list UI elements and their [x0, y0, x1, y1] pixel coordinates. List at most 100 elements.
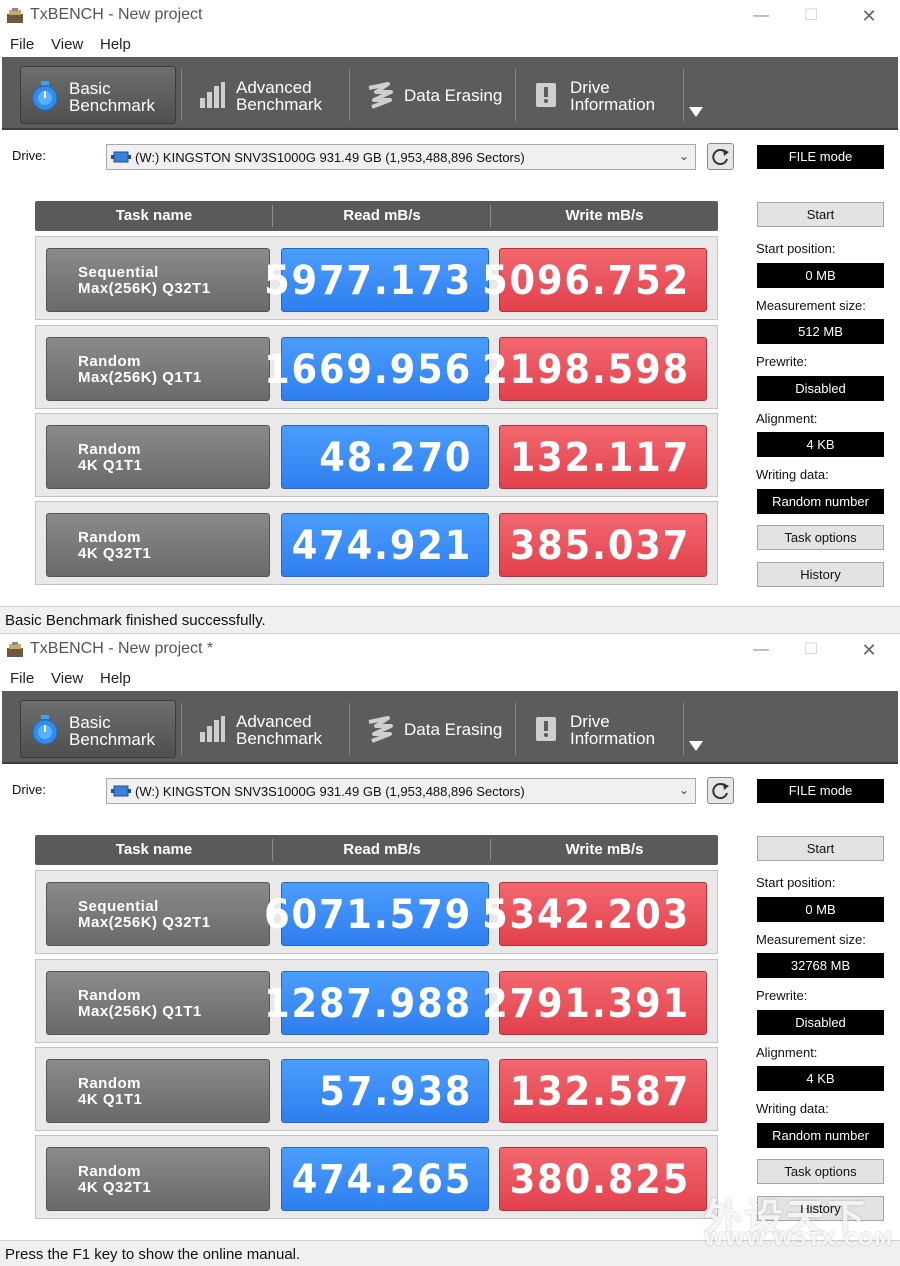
toolbar-more-arrow-icon[interactable]	[689, 741, 703, 751]
task-button[interactable]: Sequential Max(256K) Q32T1	[46, 248, 270, 312]
toolbar: Basic Benchmark Advanced Benchmark Data Er…	[2, 57, 898, 130]
task-button[interactable]: Random Max(256K) Q1T1	[46, 337, 270, 401]
start-position-value[interactable]: 0 MB	[757, 897, 884, 922]
write-speed-value: 2791.391	[482, 981, 690, 1027]
read-speed-value: 474.265	[291, 1157, 472, 1203]
prewrite-label: Prewrite:	[756, 988, 808, 1003]
menu-view[interactable]: View	[51, 670, 83, 687]
app-icon	[6, 642, 24, 658]
app-window: TxBENCH - New project — ☐ ✕ File View Help Basi…	[0, 0, 900, 633]
task-button[interactable]: Random Max(256K) Q1T1	[46, 971, 270, 1035]
read-speed-cell: 6071.579	[264, 882, 489, 946]
drive-info-icon	[532, 80, 560, 110]
tab-data-erasing[interactable]: Data Erasing	[356, 66, 512, 124]
task-button[interactable]: Random 4K Q32T1	[46, 513, 270, 577]
task-button[interactable]: Random 4K Q32T1	[46, 1147, 270, 1211]
erase-icon	[366, 80, 394, 110]
task-name-line1: Random	[78, 529, 141, 546]
toolbar-separator	[683, 703, 684, 755]
write-speed-value: 380.825	[509, 1157, 690, 1203]
tab-drive-information[interactable]: Drive Information	[522, 700, 682, 758]
menu-bar: File View Help	[0, 667, 900, 691]
write-speed-cell: 5342.203	[482, 882, 707, 946]
status-bar: Press the F1 key to show the online manu…	[0, 1240, 900, 1266]
tab-data-erasing[interactable]: Data Erasing	[356, 700, 512, 758]
history-button[interactable]: History	[757, 1196, 884, 1221]
alignment-label: Alignment:	[756, 411, 818, 426]
alignment-label: Alignment:	[756, 1045, 818, 1060]
header-task-name: Task name	[115, 207, 193, 224]
tab-drive-information[interactable]: Drive Information	[522, 66, 682, 124]
alignment-value[interactable]: 4 KB	[757, 1066, 884, 1091]
file-mode-indicator: FILE mode	[757, 779, 884, 803]
start-position-value[interactable]: 0 MB	[757, 263, 884, 288]
tab-basic-benchmark[interactable]: Basic Benchmark	[20, 66, 176, 124]
tab-basic-benchmark[interactable]: Basic Benchmark	[20, 700, 176, 758]
task-button[interactable]: Sequential Max(256K) Q32T1	[46, 882, 270, 946]
write-speed-cell: 380.825	[499, 1147, 707, 1211]
prewrite-value[interactable]: Disabled	[757, 376, 884, 401]
maximize-button[interactable]: ☐	[788, 2, 834, 30]
toolbar: Basic Benchmark Advanced Benchmark Data Er…	[2, 691, 898, 764]
prewrite-label: Prewrite:	[756, 354, 808, 369]
status-bar: Basic Benchmark finished successfully.	[0, 606, 900, 633]
menu-view[interactable]: View	[51, 36, 83, 53]
drive-select[interactable]: (W:) KINGSTON SNV3S1000G 931.49 GB (1,95…	[106, 144, 696, 170]
write-speed-cell: 385.037	[499, 513, 707, 577]
menu-help[interactable]: Help	[100, 36, 131, 53]
result-row: Sequential Max(256K) Q32T1 6071.579 5342.20…	[35, 870, 718, 954]
write-speed-value: 2198.598	[482, 347, 690, 393]
alignment-value[interactable]: 4 KB	[757, 432, 884, 457]
header-read: Read mB/s	[343, 207, 421, 224]
start-button[interactable]: Start	[757, 202, 884, 227]
refresh-button[interactable]	[707, 777, 734, 804]
refresh-button[interactable]	[707, 143, 734, 170]
task-name-line2: 4K Q32T1	[78, 545, 152, 562]
task-name-line2: Max(256K) Q32T1	[78, 914, 211, 931]
toolbar-more-arrow-icon[interactable]	[689, 107, 703, 117]
tab-advanced-benchmark[interactable]: Advanced Benchmark	[188, 700, 346, 758]
measurement-size-value[interactable]: 32768 MB	[757, 953, 884, 978]
task-name-line2: Max(256K) Q1T1	[78, 369, 202, 386]
close-button[interactable]: ✕	[846, 2, 892, 30]
menu-help[interactable]: Help	[100, 670, 131, 687]
tab-label: Advanced Benchmark	[236, 78, 322, 114]
minimize-button[interactable]: —	[738, 2, 784, 30]
write-speed-cell: 5096.752	[482, 248, 707, 312]
stopwatch-icon	[31, 81, 59, 111]
read-speed-value: 48.270	[318, 435, 472, 481]
task-button[interactable]: Random 4K Q1T1	[46, 425, 270, 489]
writing-data-value[interactable]: Random number	[757, 489, 884, 514]
prewrite-value[interactable]: Disabled	[757, 1010, 884, 1035]
tab-advanced-benchmark[interactable]: Advanced Benchmark	[188, 66, 346, 124]
menu-file[interactable]: File	[10, 670, 34, 687]
read-speed-cell: 474.921	[281, 513, 489, 577]
window-title: TxBENCH - New project	[30, 6, 203, 23]
drive-select[interactable]: (W:) KINGSTON SNV3S1000G 931.49 GB (1,95…	[106, 778, 696, 804]
app-icon	[6, 8, 24, 24]
minimize-button[interactable]: —	[738, 636, 784, 664]
title-bar: TxBENCH - New project * — ☐ ✕	[0, 634, 900, 666]
history-button[interactable]: History	[757, 562, 884, 587]
task-name-line1: Random	[78, 1163, 141, 1180]
task-button[interactable]: Random 4K Q1T1	[46, 1059, 270, 1123]
close-button[interactable]: ✕	[846, 636, 892, 664]
task-options-button[interactable]: Task options	[757, 1159, 884, 1184]
task-options-button[interactable]: Task options	[757, 525, 884, 550]
result-row: Sequential Max(256K) Q32T1 5977.173 5096.75…	[35, 236, 718, 320]
read-speed-value: 5977.173	[264, 258, 472, 304]
read-speed-value: 1287.988	[264, 981, 472, 1027]
start-button[interactable]: Start	[757, 836, 884, 861]
header-read: Read mB/s	[343, 841, 421, 858]
write-speed-value: 385.037	[509, 523, 690, 569]
write-speed-value: 5342.203	[482, 892, 690, 938]
chevron-down-icon: ⌄	[678, 783, 689, 797]
tab-label: Basic Benchmark	[69, 713, 155, 749]
maximize-button[interactable]: ☐	[788, 636, 834, 664]
write-speed-cell: 132.117	[499, 425, 707, 489]
measurement-size-value[interactable]: 512 MB	[757, 319, 884, 344]
read-speed-value: 6071.579	[264, 892, 472, 938]
toolbar-separator	[683, 69, 684, 121]
menu-file[interactable]: File	[10, 36, 34, 53]
writing-data-value[interactable]: Random number	[757, 1123, 884, 1148]
